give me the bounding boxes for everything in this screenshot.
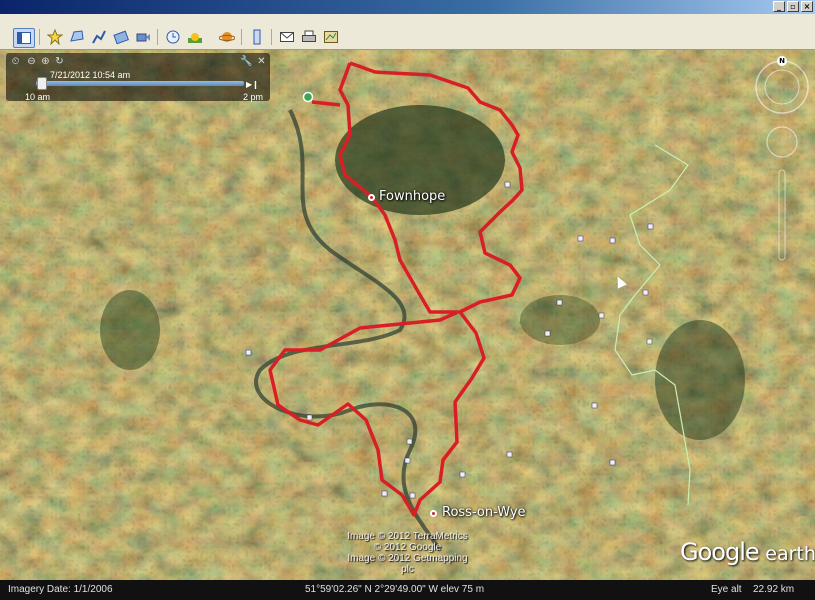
email-icon: [280, 32, 294, 42]
time-slider-thumb[interactable]: [37, 77, 48, 90]
zoom-reset-icon[interactable]: ↻: [54, 56, 65, 67]
eye-alt-value: 22.92 km: [753, 584, 795, 595]
polygon-icon: [70, 30, 84, 42]
cursor-coordinates: 51°59'02.26" N 2°29'49.00" W elev 75 m: [305, 584, 485, 595]
tour-icon: [136, 33, 150, 42]
maps-icon: [324, 31, 338, 43]
start-marker[interactable]: [302, 91, 314, 103]
eye-alt-label: Eye alt: [711, 584, 742, 595]
satellite-imagery: [0, 50, 815, 580]
restore-button[interactable]: ▫: [787, 1, 799, 12]
add-polygon-button[interactable]: [67, 28, 87, 46]
add-path-button[interactable]: [89, 28, 109, 46]
zoom-out-icon[interactable]: ⊖: [26, 56, 37, 67]
compass-north-label: N: [777, 56, 787, 66]
time-end-label: 2 pm: [243, 92, 264, 102]
current-time-label: 7/21/2012 10:54 am: [50, 70, 131, 80]
clock-icon: [166, 30, 180, 44]
status-bar: Imagery Date: 1/1/2006 51°59'02.26" N 2°…: [0, 580, 815, 600]
switch-planet-button[interactable]: [217, 28, 237, 46]
view-in-maps-button[interactable]: [321, 28, 341, 46]
map-view[interactable]: N ⏲ ⊖ ⊕ ↻ 🔧 ✕ 7/21/2012 10:54 am ▶❙ 10 a…: [0, 50, 815, 580]
record-tour-button[interactable]: [133, 28, 153, 46]
title-bar: _ ▫ ×: [0, 0, 815, 14]
time-slider-track[interactable]: [36, 81, 244, 86]
print-icon: [302, 30, 316, 42]
sidebar-icon: [17, 32, 31, 44]
imagery-credits: Image © 2012 TerraMetrics © 2012 Google …: [347, 531, 468, 575]
ross-marker[interactable]: [430, 510, 437, 517]
ruler-button[interactable]: [247, 28, 267, 46]
path-icon: [92, 30, 106, 44]
play-icon[interactable]: ▶❙: [246, 80, 259, 89]
image-overlay-icon: [113, 30, 129, 45]
place-label-ross-on-wye[interactable]: Ross-on-Wye: [442, 505, 526, 520]
place-label-fownhope[interactable]: Fownhope: [379, 189, 445, 204]
fownhope-marker[interactable]: [368, 194, 375, 201]
time-start-label: 10 am: [25, 92, 51, 102]
historical-imagery-button[interactable]: [163, 28, 183, 46]
wrench-icon[interactable]: 🔧: [240, 56, 252, 67]
close-button[interactable]: ×: [801, 1, 813, 12]
google-earth-logo: Google earth: [680, 538, 815, 566]
ruler-icon: [253, 29, 261, 45]
close-icon[interactable]: ✕: [256, 56, 267, 67]
toolbar: [0, 14, 815, 50]
add-image-overlay-button[interactable]: [111, 28, 131, 46]
add-placemark-button[interactable]: [45, 28, 65, 46]
time-slider-panel: ⏲ ⊖ ⊕ ↻ 🔧 ✕ 7/21/2012 10:54 am ▶❙ 10 am …: [6, 53, 270, 102]
imagery-date: Imagery Date: 1/1/2006: [8, 584, 113, 595]
email-button[interactable]: [277, 28, 297, 46]
planet-icon: [219, 32, 235, 42]
sun-icon: [188, 33, 202, 43]
clock-icon[interactable]: ⏲: [10, 56, 21, 67]
placemark-icon: [47, 29, 63, 45]
window-controls: _ ▫ ×: [773, 1, 813, 12]
print-button[interactable]: [299, 28, 319, 46]
sunlight-button[interactable]: [185, 28, 205, 46]
minimize-button[interactable]: _: [773, 1, 785, 12]
zoom-in-icon[interactable]: ⊕: [40, 56, 51, 67]
sidebar-toggle-button[interactable]: [13, 28, 35, 48]
